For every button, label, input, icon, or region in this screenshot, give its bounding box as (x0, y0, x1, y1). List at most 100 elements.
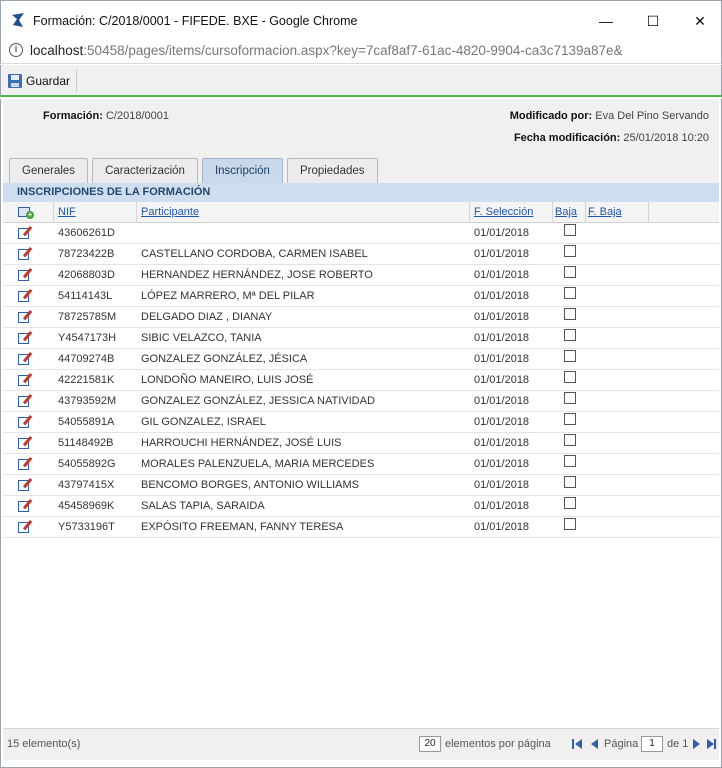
edit-icon[interactable] (18, 226, 33, 240)
sort-f-seleccion-link[interactable]: F. Selección (474, 206, 533, 218)
table-row[interactable]: 43793592M GONZALEZ GONZÁLEZ, JESSICA NATI… (3, 391, 719, 412)
edit-cell (3, 223, 54, 244)
table-row[interactable]: 42068803D HERNANDEZ HERNÁNDEZ, JOSE ROBER… (3, 265, 719, 286)
baja-checkbox[interactable] (564, 244, 576, 257)
tab-generales[interactable]: Generales (9, 158, 89, 183)
tab-strip: Generales Caracterización Inscripción Pr… (9, 158, 378, 183)
table-row[interactable]: 43606261D 01/01/2018 (3, 223, 719, 244)
edit-icon[interactable] (18, 520, 33, 534)
table-row[interactable]: 54055891A GIL GONZALEZ, ISRAEL 01/01/2018 (3, 412, 719, 433)
url-text[interactable]: localhost:50458/pages/items/cursoformaci… (30, 43, 623, 58)
baja-checkbox[interactable] (564, 328, 576, 341)
edit-icon[interactable] (18, 289, 33, 303)
f-baja-cell (586, 412, 649, 433)
f-baja-cell (586, 265, 649, 286)
save-button[interactable]: Guardar (4, 69, 78, 92)
tab-propiedades[interactable]: Propiedades (286, 158, 378, 183)
previous-page-icon[interactable] (589, 738, 601, 750)
last-page-icon[interactable] (706, 738, 718, 750)
table-row[interactable]: 54055892G MORALES PALENZUELA, MARIA MERCE… (3, 454, 719, 475)
table-row[interactable]: 54114143L LÓPEZ MARRERO, Mª DEL PILAR 01/0… (3, 286, 719, 307)
baja-cell (553, 307, 586, 328)
table-row[interactable]: Y5733196T EXPÓSITO FREEMAN, FANNY TERESA 0… (3, 517, 719, 538)
table-row[interactable]: Y4547173H SIBIC VELAZCO, TANIA 01/01/2018 (3, 328, 719, 349)
main-content: Formación: C/2018/0001 Modificado por: E… (0, 99, 722, 768)
minimize-button[interactable]: — (583, 7, 629, 35)
table-row[interactable]: 44709274B GONZALEZ GONZÁLEZ, JÉSICA 01/01/… (3, 349, 719, 370)
baja-checkbox[interactable] (564, 223, 576, 236)
baja-cell (553, 223, 586, 244)
next-page-icon[interactable] (691, 738, 703, 750)
f-seleccion-cell: 01/01/2018 (474, 310, 530, 323)
table-row[interactable]: 42221581K LONDOÑO MANEIRO, LUIS JOSÉ 01/01… (3, 370, 719, 391)
edit-cell (3, 496, 54, 517)
edit-icon[interactable] (18, 247, 33, 261)
table-row[interactable]: 51148492B HARROUCHI HERNÁNDEZ, JOSÉ LUIS 0… (3, 433, 719, 454)
info-icon[interactable]: i (9, 43, 23, 57)
edit-icon[interactable] (18, 331, 33, 345)
table-row[interactable]: 78723422B CASTELLANO CORDOBA, CARMEN ISAB… (3, 244, 719, 265)
edit-cell (3, 286, 54, 307)
f-baja-cell (586, 496, 649, 517)
f-baja-cell (586, 286, 649, 307)
edit-icon[interactable] (18, 415, 33, 429)
f-baja-cell (586, 349, 649, 370)
fecha-info: Fecha modificación: 25/01/2018 10:20 (514, 132, 709, 144)
edit-icon[interactable] (18, 457, 33, 471)
sort-baja-link[interactable]: Baja (555, 206, 577, 218)
grid-header: + NIF Participante F. Selección Baja F. … (3, 202, 719, 223)
baja-checkbox[interactable] (564, 307, 576, 320)
page-size-input[interactable]: 20 (419, 736, 441, 752)
nif-cell: 54114143L (58, 289, 113, 302)
nif-cell: 51148492B (58, 436, 114, 449)
participante-cell: GIL GONZALEZ, ISRAEL (141, 415, 266, 428)
section-title: INSCRIPCIONES DE LA FORMACIÓN (3, 183, 719, 202)
maximize-button[interactable]: ☐ (630, 7, 676, 35)
edit-icon[interactable] (18, 436, 33, 450)
nif-cell: 78725785M (58, 310, 117, 323)
baja-checkbox[interactable] (564, 391, 576, 404)
table-row[interactable]: 45458969K SALAS TAPIA, SARAIDA 01/01/2018 (3, 496, 719, 517)
address-bar[interactable]: i localhost:50458/pages/items/cursoforma… (0, 38, 722, 64)
sort-f-baja-link[interactable]: F. Baja (588, 206, 622, 218)
baja-checkbox[interactable] (564, 454, 576, 467)
table-row[interactable]: 43797415X BENCOMO BORGES, ANTONIO WILLIAM… (3, 475, 719, 496)
edit-icon[interactable] (18, 373, 33, 387)
add-record-icon[interactable]: + (18, 206, 34, 219)
nif-cell: 45458969K (58, 499, 115, 512)
sort-nif-link[interactable]: NIF (58, 206, 76, 218)
sort-participante-link[interactable]: Participante (141, 206, 199, 218)
f-baja-cell (586, 244, 649, 265)
edit-icon[interactable] (18, 478, 33, 492)
tab-inscripcion[interactable]: Inscripción (201, 158, 283, 183)
edit-icon[interactable] (18, 499, 33, 513)
edit-icon[interactable] (18, 268, 33, 282)
baja-checkbox[interactable] (564, 517, 576, 530)
baja-checkbox[interactable] (564, 475, 576, 488)
edit-icon[interactable] (18, 310, 33, 324)
modificado-value: Eva Del Pino Servando (595, 110, 709, 122)
participante-cell: GONZALEZ GONZÁLEZ, JÉSICA (141, 352, 308, 365)
close-button[interactable]: ✕ (677, 7, 722, 35)
page-number-input[interactable]: 1 (641, 736, 663, 752)
baja-checkbox[interactable] (564, 496, 576, 509)
header-f-baja: F. Baja (586, 202, 649, 223)
tab-caracterizacion[interactable]: Caracterización (92, 158, 198, 183)
edit-icon[interactable] (18, 394, 33, 408)
baja-checkbox[interactable] (564, 370, 576, 383)
baja-checkbox[interactable] (564, 349, 576, 362)
window-titlebar: Formación: C/2018/0001 - FIFEDE. BXE - G… (0, 0, 722, 38)
first-page-icon[interactable] (572, 738, 584, 750)
page-total-label: de 1 (667, 738, 689, 750)
grid-body: 43606261D 01/01/2018 78723422B CASTELLANO C… (3, 223, 719, 538)
baja-checkbox[interactable] (564, 265, 576, 278)
baja-checkbox[interactable] (564, 433, 576, 446)
f-baja-cell (586, 307, 649, 328)
baja-checkbox[interactable] (564, 412, 576, 425)
add-row-cell: + (3, 202, 54, 223)
edit-cell (3, 328, 54, 349)
edit-icon[interactable] (18, 352, 33, 366)
nif-cell: 43606261D (58, 226, 115, 239)
baja-checkbox[interactable] (564, 286, 576, 299)
table-row[interactable]: 78725785M DELGADO DIAZ , DIANAY 01/01/2018 (3, 307, 719, 328)
